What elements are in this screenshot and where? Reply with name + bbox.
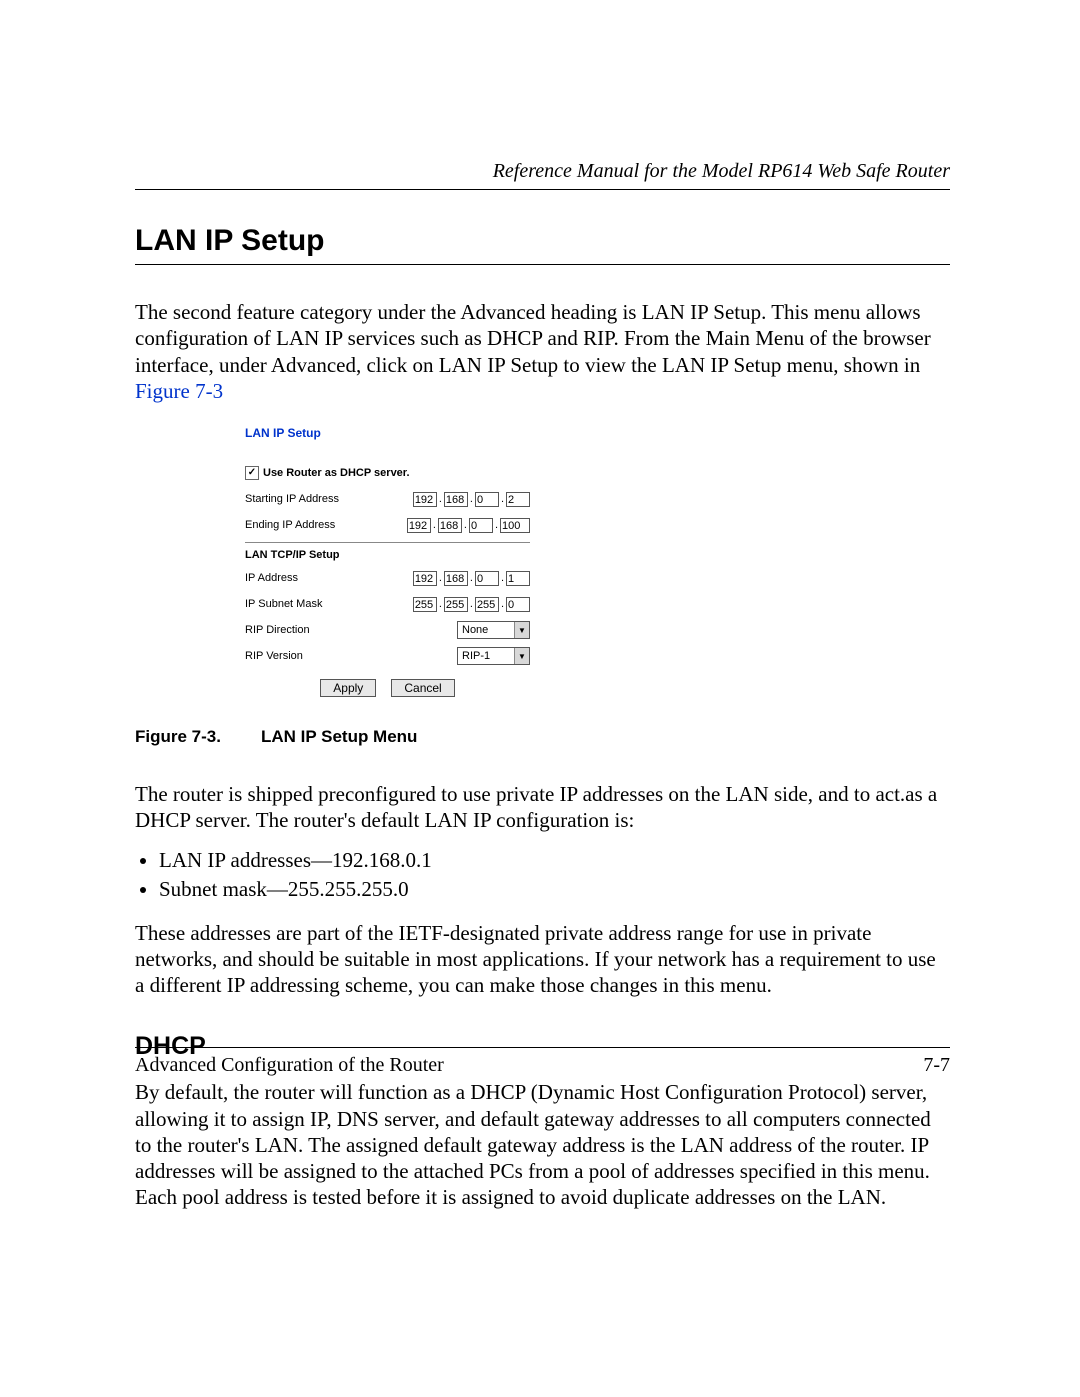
mask-octet-1[interactable]: 255 <box>413 597 437 612</box>
footer-left: Advanced Configuration of the Router <box>135 1054 444 1077</box>
starting-ip-octet-2[interactable]: 168 <box>444 492 468 507</box>
ending-ip-group: 192. 168. 0. 100 <box>407 518 530 533</box>
ending-ip-label: Ending IP Address <box>245 519 335 531</box>
ending-ip-octet-3[interactable]: 0 <box>469 518 493 533</box>
starting-ip-group: 192. 168. 0. 2 <box>413 492 530 507</box>
ip-address-label: IP Address <box>245 572 298 584</box>
chevron-down-icon: ▼ <box>514 648 529 664</box>
rip-version-label: RIP Version <box>245 650 303 662</box>
body-paragraph: The router is shipped preconfigured to u… <box>135 781 950 834</box>
ending-ip-octet-1[interactable]: 192 <box>407 518 431 533</box>
page-footer: Advanced Configuration of the Router 7-7 <box>135 1047 950 1077</box>
ending-ip-octet-4[interactable]: 100 <box>500 518 530 533</box>
mask-octet-2[interactable]: 255 <box>444 597 468 612</box>
list-item: Subnet mask—255.255.255.0 <box>159 877 950 902</box>
default-config-list: LAN IP addresses—192.168.0.1 Subnet mask… <box>135 848 950 902</box>
rip-direction-label: RIP Direction <box>245 624 310 636</box>
ip-octet-3[interactable]: 0 <box>475 571 499 586</box>
list-item: LAN IP addresses—192.168.0.1 <box>159 848 950 873</box>
starting-ip-octet-1[interactable]: 192 <box>413 492 437 507</box>
ending-ip-octet-2[interactable]: 168 <box>438 518 462 533</box>
figure-caption: Figure 7-3. LAN IP Setup Menu <box>135 727 950 747</box>
figure-reference-link[interactable]: Figure 7-3 <box>135 379 223 403</box>
intro-paragraph: The second feature category under the Ad… <box>135 299 950 404</box>
chevron-down-icon: ▼ <box>514 622 529 638</box>
ip-address-group: 192. 168. 0. 1 <box>413 571 530 586</box>
dhcp-paragraph: By default, the router will function as … <box>135 1079 950 1210</box>
footer-rule <box>135 1047 950 1048</box>
ip-octet-2[interactable]: 168 <box>444 571 468 586</box>
header-rule <box>135 189 950 190</box>
intro-text: The second feature category under the Ad… <box>135 300 931 377</box>
rip-version-select[interactable]: RIP-1 ▼ <box>457 647 530 665</box>
body-paragraph: These addresses are part of the IETF-des… <box>135 920 950 999</box>
section-title: LAN IP Setup <box>135 224 950 258</box>
starting-ip-label: Starting IP Address <box>245 493 339 505</box>
subnet-mask-group: 255. 255. 255. 0 <box>413 597 530 612</box>
dhcp-checkbox-row: ✓ Use Router as DHCP server. <box>245 466 530 480</box>
dhcp-checkbox[interactable]: ✓ <box>245 466 259 480</box>
ip-octet-1[interactable]: 192 <box>413 571 437 586</box>
rip-direction-value: None <box>458 624 514 636</box>
ip-octet-4[interactable]: 1 <box>506 571 530 586</box>
mask-octet-4[interactable]: 0 <box>506 597 530 612</box>
panel-title: LAN IP Setup <box>245 426 530 440</box>
starting-ip-octet-4[interactable]: 2 <box>506 492 530 507</box>
figure-number: Figure 7-3. <box>135 727 221 746</box>
rip-direction-select[interactable]: None ▼ <box>457 621 530 639</box>
subnet-mask-label: IP Subnet Mask <box>245 598 322 610</box>
running-header: Reference Manual for the Model RP614 Web… <box>135 160 950 183</box>
rip-version-value: RIP-1 <box>458 650 514 662</box>
dhcp-checkbox-label: Use Router as DHCP server. <box>263 467 410 479</box>
apply-button[interactable]: Apply <box>320 679 376 697</box>
mask-octet-3[interactable]: 255 <box>475 597 499 612</box>
figure-screenshot: LAN IP Setup ✓ Use Router as DHCP server… <box>245 426 950 697</box>
footer-page-number: 7-7 <box>923 1054 950 1077</box>
figure-caption-text: LAN IP Setup Menu <box>261 727 417 746</box>
tcpip-subheading: LAN TCP/IP Setup <box>245 542 530 561</box>
title-rule <box>135 264 950 265</box>
cancel-button[interactable]: Cancel <box>391 679 454 697</box>
starting-ip-octet-3[interactable]: 0 <box>475 492 499 507</box>
